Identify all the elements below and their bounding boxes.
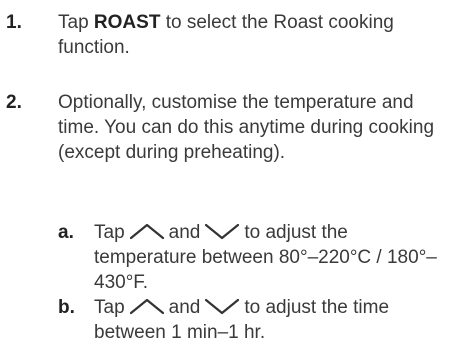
substep-b: b. Tap and to adjust the time between 1 mi… <box>0 295 450 345</box>
step-text-lead: Tap <box>58 12 94 33</box>
substep-text: Tap and to adjust the temperature between … <box>94 220 446 295</box>
substep-letter: a. <box>58 222 74 243</box>
chevron-down-icon <box>204 222 240 240</box>
roast-label: ROAST <box>93 12 161 33</box>
substep-text: Tap and to adjust the time between 1 min–1… <box>94 295 446 345</box>
chevron-up-icon <box>129 297 165 315</box>
step-text: Optionally, customise the temperature an… <box>58 92 435 163</box>
chevron-down-icon <box>204 297 240 315</box>
substep-tap-word: Tap <box>94 222 125 243</box>
substep-a: a. Tap and to adjust the temperature betwe… <box>0 220 450 295</box>
instruction-step-1: 1. Tap ROAST to select the Roast cooking… <box>0 10 450 60</box>
substep-and-word: and <box>168 297 201 318</box>
step-text: Tap ROAST to select the Roast cooking fu… <box>58 10 446 60</box>
chevron-up-icon <box>129 222 165 240</box>
step-number: 2. <box>6 92 22 113</box>
substep-and-word: and <box>168 222 201 243</box>
step-number: 1. <box>6 12 22 33</box>
substep-tap-word: Tap <box>94 297 125 318</box>
substep-letter: b. <box>58 297 75 318</box>
instruction-step-2: 2. Optionally, customise the temperature… <box>0 90 450 165</box>
